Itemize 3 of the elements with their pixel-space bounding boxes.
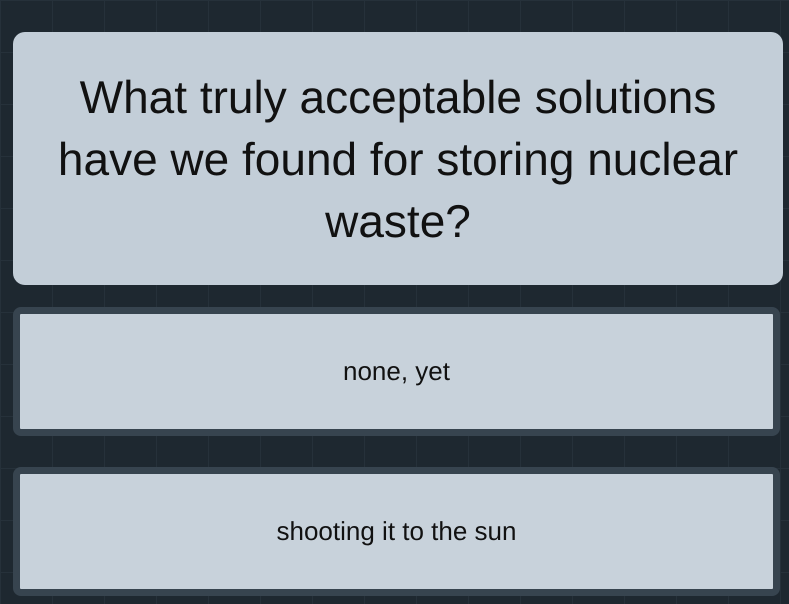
question-text: What truly acceptable solutions have we found for storing nuclear waste? [56,70,740,248]
answer-option[interactable]: none, yet [13,307,780,436]
answer-option[interactable]: shooting it to the sun [13,467,780,596]
